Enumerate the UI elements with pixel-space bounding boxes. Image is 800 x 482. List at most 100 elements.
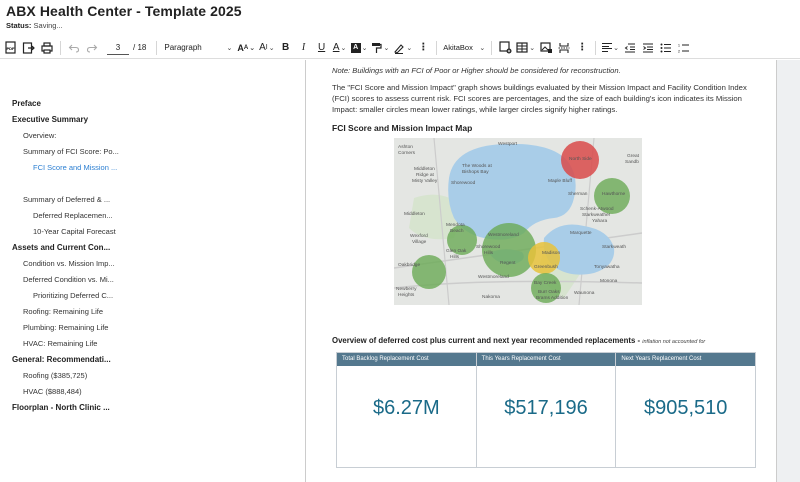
map-label: Hawthorne xyxy=(602,191,626,197)
print-icon[interactable] xyxy=(38,39,56,57)
cost-column-this-year: This Years Replacement Cost $517,196 xyxy=(476,353,617,467)
outline-list: Preface Executive Summary Overview: Summary… xyxy=(12,96,142,416)
map-label: Starkweath xyxy=(602,244,626,250)
map-label: Mendota xyxy=(446,222,465,228)
numbered-list-icon[interactable]: 12 xyxy=(675,39,693,57)
toolbar-separator xyxy=(491,40,493,55)
map-label: Westmoreland xyxy=(478,274,509,280)
map-label: Newberry xyxy=(396,286,417,292)
toolbar-separator xyxy=(156,40,158,55)
page-break-icon[interactable] xyxy=(555,39,573,57)
outline-item[interactable]: Deferred Replacemen... xyxy=(12,208,142,224)
cost-header: Next Years Replacement Cost xyxy=(616,353,756,366)
map-label: Westport xyxy=(498,141,518,147)
page-total: / 18 xyxy=(133,43,146,52)
map-label: Starkweather xyxy=(582,212,611,218)
redo-icon[interactable] xyxy=(83,39,101,57)
scroll-gutter[interactable] xyxy=(777,60,800,482)
outline-item[interactable]: Summary of Deferred & ... xyxy=(12,192,142,208)
paragraph-style-value: Paragraph xyxy=(164,43,202,52)
svg-text:2: 2 xyxy=(678,49,680,53)
chevron-down-icon: ⌄ xyxy=(479,44,486,52)
insert-image-icon[interactable] xyxy=(496,39,514,57)
map-label: Sherman xyxy=(568,191,588,197)
highlight-color-icon[interactable]: A ⌄ xyxy=(349,39,370,57)
outline-item[interactable]: FCI Score and Mission ... xyxy=(12,160,142,176)
italic-icon[interactable]: I xyxy=(295,39,313,57)
font-family-select[interactable]: AkitaBox ⌄ xyxy=(441,40,487,56)
align-left-icon[interactable]: ⌄ xyxy=(600,39,621,57)
indent-icon[interactable] xyxy=(639,39,657,57)
chevron-down-icon: ⌄ xyxy=(226,44,233,52)
outline-item[interactable]: Summary of FCI Score: Po... xyxy=(12,144,142,160)
cost-column-next-year: Next Years Replacement Cost $905,510 xyxy=(616,353,756,467)
map-label: Wexford xyxy=(410,233,428,239)
outline-item[interactable]: Plumbing: Remaining Life xyxy=(12,320,142,336)
map-description: The "FCI Score and Mission Impact" graph… xyxy=(332,83,747,114)
fci-mission-impact-map[interactable]: Westport Ashton Corners Middleton Ridge … xyxy=(394,138,642,305)
eraser-icon[interactable]: ⌄ xyxy=(391,39,414,57)
outline-item[interactable]: Roofing: Remaining Life xyxy=(12,304,142,320)
font-color-icon[interactable]: A ⌄ xyxy=(331,39,349,57)
svg-text:1: 1 xyxy=(678,43,680,47)
insert-gallery-icon[interactable] xyxy=(537,39,555,57)
outline-item[interactable]: Condition vs. Mission Imp... xyxy=(12,256,142,272)
import-icon[interactable] xyxy=(20,39,38,57)
page-content: Note: Buildings with an FCI of Poor or H… xyxy=(332,66,758,133)
document-page[interactable]: Note: Buildings with an FCI of Poor or H… xyxy=(305,60,777,482)
map-label: Beach xyxy=(450,228,464,234)
insert-table-icon[interactable]: ⌄ xyxy=(514,39,537,57)
bold-icon[interactable]: B xyxy=(277,39,295,57)
outline-item[interactable]: Roofing ($385,725) xyxy=(12,368,142,384)
outline-item[interactable]: 10-Year Capital Forecast xyxy=(12,224,142,240)
toolbar-separator xyxy=(60,40,61,55)
outline-item[interactable]: Executive Summary xyxy=(12,112,142,128)
export-pdf-icon[interactable]: PDF xyxy=(2,39,20,57)
cost-header: Total Backlog Replacement Cost xyxy=(337,353,476,366)
overview-heading: Overview of deferred cost plus current a… xyxy=(332,336,772,345)
outline-item[interactable]: Assets and Current Con... xyxy=(12,240,142,256)
outline-item[interactable]: General: Recommendati... xyxy=(12,352,142,368)
outline-item[interactable]: Floorplan - North Clinic ... xyxy=(12,400,142,416)
paint-format-icon[interactable]: ⌄ xyxy=(369,39,391,57)
font-size-icon[interactable]: A I ⌄ xyxy=(257,39,277,57)
map-label: Misty Valley xyxy=(412,178,438,184)
outline-item[interactable]: HVAC ($888,484) xyxy=(12,384,142,400)
status-label: Status: xyxy=(6,21,32,30)
map-label: Village xyxy=(412,239,427,245)
cost-value: $517,196 xyxy=(504,397,588,419)
map-label: Ashton xyxy=(398,144,413,150)
outline-item[interactable]: Prioritizing Deferred C... xyxy=(12,288,142,304)
map-label: Waunona xyxy=(574,290,595,296)
page-total-value: 18 xyxy=(137,43,147,52)
reconstruction-note: Note: Buildings with an FCI of Poor or H… xyxy=(332,66,621,75)
status-value: Saving... xyxy=(33,21,63,30)
more-icon[interactable]: ⋮ xyxy=(573,39,591,57)
map-label: Shorewood xyxy=(476,244,501,250)
map-label: Nakoma xyxy=(482,294,500,300)
save-status: Status: Saving... xyxy=(6,21,794,30)
map-label: Bishops Bay xyxy=(462,169,489,175)
outline-item[interactable]: HVAC: Remaining Life xyxy=(12,336,142,352)
map-label: Tonyawatha xyxy=(594,264,620,270)
outline-item xyxy=(12,176,142,192)
text-size-icon[interactable]: A A ⌄ xyxy=(235,39,257,57)
outline-item[interactable]: Overview: xyxy=(12,128,142,144)
svg-text:PDF: PDF xyxy=(7,46,16,51)
outline-item[interactable]: Preface xyxy=(12,96,142,112)
outline-item[interactable]: Deferred Condition vs. Mi... xyxy=(12,272,142,288)
paragraph-style-select[interactable]: Paragraph ⌄ xyxy=(161,40,235,56)
bulleted-list-icon[interactable] xyxy=(657,39,675,57)
more-icon[interactable]: ⋮ xyxy=(414,39,432,57)
map-label: Glen Oak xyxy=(446,248,467,254)
outdent-icon[interactable] xyxy=(621,39,639,57)
underline-icon[interactable]: U xyxy=(313,39,331,57)
page-separator: / xyxy=(133,43,136,52)
undo-icon[interactable] xyxy=(65,39,83,57)
page-number-input[interactable]: 3 xyxy=(107,41,129,55)
cost-summary-table: Total Backlog Replacement Cost $6.27M Th… xyxy=(336,352,756,468)
map-label: Great xyxy=(627,153,640,159)
document-outline-sidebar: Preface Executive Summary Overview: Summary… xyxy=(0,60,305,482)
toolbar-separator xyxy=(436,40,438,55)
toolbar-separator xyxy=(595,40,597,55)
